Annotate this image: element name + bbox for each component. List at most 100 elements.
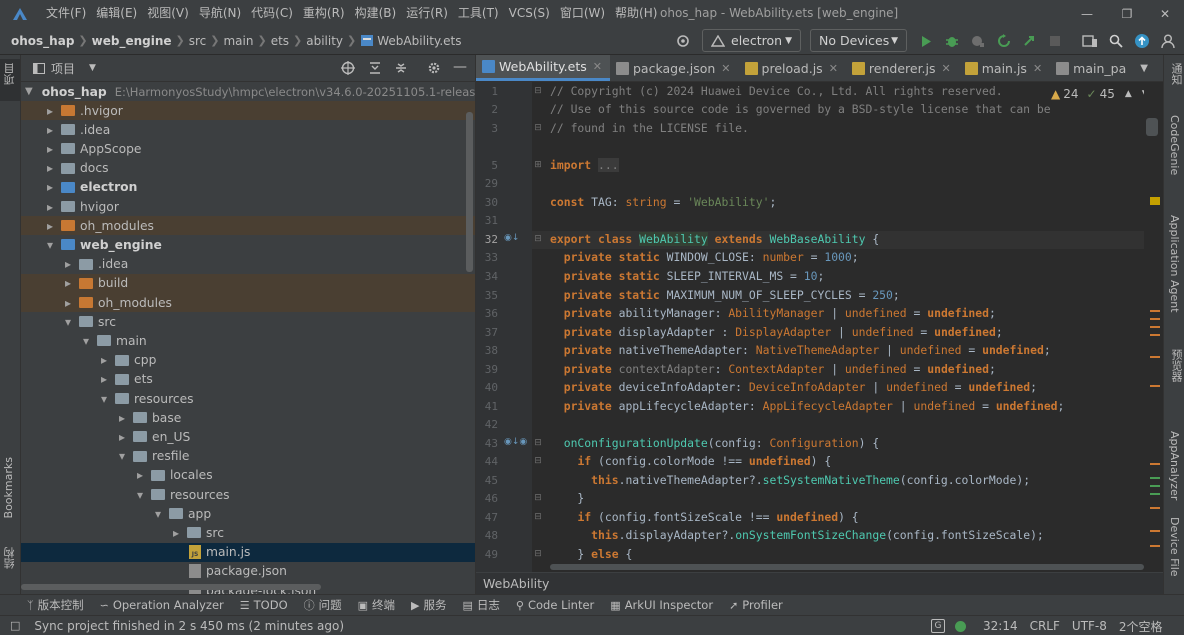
- chevron-right-icon[interactable]: ▸: [115, 430, 129, 444]
- tool-operation-analyzer[interactable]: ∽ Operation Analyzer: [100, 598, 224, 612]
- tool-log[interactable]: ▤ 日志: [463, 597, 500, 613]
- inspection-widget[interactable]: ▲ 24 ✓ 45 ▲ ▼: [1051, 87, 1149, 101]
- tree-row[interactable]: ▸ AppScope: [21, 139, 475, 158]
- notifications-tool-label[interactable]: 通知: [1168, 63, 1184, 85]
- override-icon[interactable]: ◉↓: [504, 233, 519, 243]
- target-icon[interactable]: [673, 31, 693, 51]
- tree-row[interactable]: ▸ locales: [21, 466, 475, 485]
- chevron-down-icon[interactable]: ▾: [115, 449, 129, 463]
- restore-icon[interactable]: ❐: [1108, 0, 1146, 27]
- change-marker[interactable]: [1150, 318, 1160, 320]
- view-select-chevron-icon[interactable]: ▼: [89, 63, 96, 73]
- menu-tools[interactable]: 工具(T): [453, 0, 504, 27]
- preview-tool-label[interactable]: 预览器: [1168, 349, 1184, 382]
- attach-debugger-icon[interactable]: [1019, 31, 1039, 51]
- menu-build[interactable]: 构建(B): [350, 0, 402, 27]
- tool-code-linter[interactable]: ⚲ Code Linter: [516, 598, 594, 612]
- tab-package-json[interactable]: package.json ✕: [610, 55, 739, 81]
- codegenie-tool-label[interactable]: CodeGenie: [1168, 115, 1181, 175]
- change-marker[interactable]: [1150, 485, 1160, 487]
- editor-vertical-scrollbar[interactable]: [1144, 82, 1162, 572]
- tree-row[interactable]: ▸ build: [21, 273, 475, 293]
- chevron-right-icon[interactable]: ▸: [169, 526, 183, 540]
- tab-overflow-chevron-icon[interactable]: ▼: [1134, 55, 1154, 81]
- breadcrumb-item[interactable]: main: [223, 34, 253, 48]
- caret-position[interactable]: 32:14: [983, 619, 1018, 633]
- change-marker[interactable]: [1150, 507, 1160, 509]
- tree-row[interactable]: ▾ src: [21, 312, 475, 331]
- fold-toggle-icon[interactable]: ⊟: [532, 456, 544, 466]
- profile-icon[interactable]: [968, 31, 988, 51]
- device-manager-icon[interactable]: [1080, 31, 1100, 51]
- code-breadcrumb[interactable]: WebAbility: [476, 572, 1163, 594]
- chevron-right-icon[interactable]: ▸: [43, 104, 57, 118]
- close-tab-icon[interactable]: ✕: [1033, 62, 1042, 75]
- locate-file-icon[interactable]: [341, 61, 355, 78]
- account-icon[interactable]: [1158, 31, 1178, 51]
- previous-highlight-icon[interactable]: ▲: [1125, 89, 1132, 99]
- expand-all-icon[interactable]: [368, 61, 382, 78]
- tree-row[interactable]: ▸ hvigor: [21, 197, 475, 216]
- change-marker[interactable]: [1150, 545, 1160, 547]
- menu-help[interactable]: 帮助(H): [610, 0, 662, 27]
- chevron-right-icon[interactable]: ▸: [43, 200, 57, 214]
- tree-row[interactable]: ▸ oh_modules: [21, 216, 475, 236]
- tool-arkui-inspector[interactable]: ▦ ArkUI Inspector: [610, 598, 713, 612]
- change-marker[interactable]: [1150, 356, 1160, 358]
- tree-row[interactable]: ▾ main: [21, 331, 475, 350]
- fold-toggle-icon[interactable]: ⊟: [532, 438, 544, 448]
- chevron-right-icon[interactable]: ▸: [43, 219, 57, 233]
- menu-code[interactable]: 代码(C): [246, 0, 298, 27]
- chevron-right-icon[interactable]: ▸: [43, 142, 57, 156]
- indent-setting[interactable]: 2个空格: [1119, 618, 1163, 635]
- tree-row[interactable]: ▸ docs: [21, 159, 475, 178]
- tool-version-control[interactable]: ᛉ 版本控制: [27, 597, 84, 613]
- chevron-right-icon[interactable]: ▸: [43, 123, 57, 137]
- chevron-right-icon[interactable]: ▸: [43, 161, 57, 175]
- chevron-down-icon[interactable]: ▾: [79, 334, 93, 348]
- tree-row[interactable]: ▸ cpp: [21, 351, 475, 370]
- tree-row[interactable]: package.json: [21, 562, 475, 581]
- chevron-right-icon[interactable]: ▸: [97, 372, 111, 386]
- close-tab-icon[interactable]: ✕: [829, 62, 838, 75]
- tree-row[interactable]: ▸ .idea: [21, 120, 475, 139]
- change-marker[interactable]: [1150, 463, 1160, 465]
- search-icon[interactable]: [1106, 31, 1126, 51]
- bookmarks-tool-label[interactable]: Bookmarks: [2, 457, 15, 518]
- breadcrumb-item[interactable]: ets: [271, 34, 289, 48]
- appanalyzer-tool-label[interactable]: AppAnalyzer: [1168, 431, 1181, 500]
- tree-row[interactable]: ▸ ets: [21, 370, 475, 389]
- line-separator[interactable]: CRLF: [1030, 619, 1060, 633]
- tree-row[interactable]: ▸ en_US: [21, 427, 475, 446]
- change-marker[interactable]: [1150, 326, 1160, 328]
- change-marker[interactable]: [1150, 385, 1160, 387]
- structure-tool-label[interactable]: 结构: [2, 547, 18, 569]
- tree-row[interactable]: ▸ src: [21, 523, 475, 542]
- tree-row[interactable]: ▸ electron: [21, 178, 475, 197]
- implement-icon[interactable]: ◉↓◉: [504, 437, 527, 447]
- menu-view[interactable]: 视图(V): [142, 0, 194, 27]
- close-tab-icon[interactable]: ✕: [942, 62, 951, 75]
- fold-toggle-icon[interactable]: ⊟: [532, 123, 544, 133]
- run-icon[interactable]: [916, 31, 936, 51]
- tree-row[interactable]: ▾ resources: [21, 485, 475, 504]
- tree-row[interactable]: ▸ .idea: [21, 255, 475, 274]
- fold-toggle-icon[interactable]: ⊟: [532, 234, 544, 244]
- change-marker[interactable]: [1150, 310, 1160, 312]
- layout-icon[interactable]: □: [10, 619, 20, 632]
- chevron-right-icon[interactable]: ▸: [61, 296, 75, 310]
- project-vertical-scrollbar[interactable]: [466, 112, 473, 272]
- assistant-icon[interactable]: G: [931, 619, 945, 633]
- hide-panel-icon[interactable]: —: [453, 59, 467, 75]
- tree-row[interactable]: JS main.js: [21, 542, 475, 562]
- fold-toggle-icon[interactable]: ⊞: [532, 160, 544, 170]
- fold-toggle-icon[interactable]: ⊟: [532, 493, 544, 503]
- menu-edit[interactable]: 编辑(E): [91, 0, 142, 27]
- tree-row[interactable]: ▾ resfile: [21, 447, 475, 466]
- breadcrumb-item[interactable]: ohos_hap: [11, 34, 74, 48]
- file-encoding[interactable]: UTF-8: [1072, 619, 1107, 633]
- chevron-down-icon[interactable]: ▾: [133, 488, 147, 502]
- minimize-icon[interactable]: —: [1068, 0, 1106, 27]
- tree-row[interactable]: ▾ resources: [21, 389, 475, 408]
- chevron-right-icon[interactable]: ▸: [115, 411, 129, 425]
